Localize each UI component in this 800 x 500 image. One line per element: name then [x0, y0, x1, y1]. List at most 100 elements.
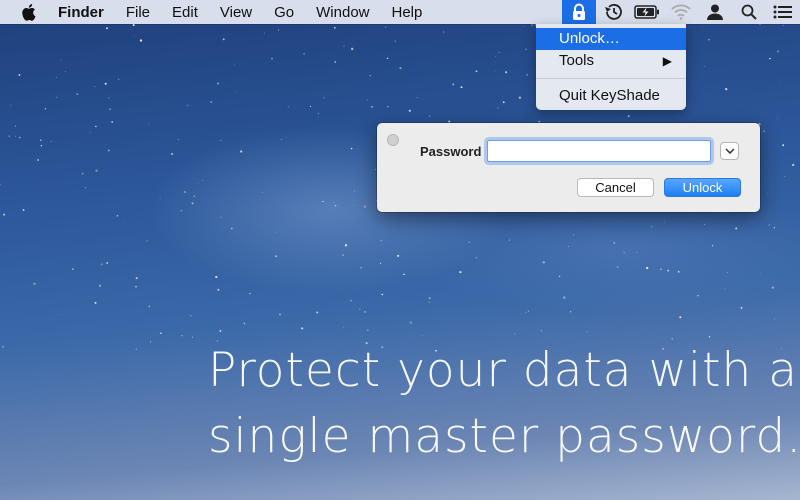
- menu-edit[interactable]: Edit: [172, 4, 198, 21]
- star: [56, 96, 58, 98]
- star: [374, 168, 377, 171]
- star: [627, 115, 630, 117]
- star: [759, 273, 761, 274]
- star: [10, 104, 12, 106]
- star: [181, 335, 183, 337]
- spotlight-icon[interactable]: [732, 0, 766, 24]
- star: [502, 101, 505, 104]
- star: [132, 23, 135, 27]
- menu-view[interactable]: View: [220, 4, 252, 21]
- tagline-line-2: single master password.: [208, 409, 800, 464]
- star: [271, 57, 273, 60]
- star: [350, 299, 352, 302]
- star: [275, 231, 277, 233]
- star: [498, 51, 500, 54]
- time-machine-icon[interactable]: [596, 0, 630, 24]
- star: [111, 121, 114, 123]
- password-label: Password: [420, 144, 482, 159]
- menu-window[interactable]: Window: [316, 4, 369, 21]
- star: [14, 125, 17, 128]
- star: [724, 287, 726, 289]
- menu-file[interactable]: File: [126, 4, 150, 21]
- star: [586, 331, 588, 332]
- star: [370, 105, 373, 108]
- star: [677, 270, 680, 273]
- star: [509, 239, 511, 241]
- apple-icon[interactable]: [22, 3, 38, 21]
- star: [148, 123, 150, 125]
- password-field[interactable]: [487, 140, 711, 162]
- star: [364, 311, 366, 313]
- star: [369, 74, 371, 77]
- battery-charging-icon[interactable]: [630, 0, 664, 24]
- star: [767, 193, 768, 195]
- star: [123, 221, 125, 222]
- menu-item-quit[interactable]: Quit KeyShade: [536, 85, 686, 107]
- password-options-button[interactable]: [720, 142, 739, 160]
- unlock-button[interactable]: Unlock: [664, 178, 741, 197]
- star: [704, 224, 706, 225]
- status-area: [562, 0, 800, 24]
- menu-item-quit-label: Quit KeyShade: [559, 87, 660, 104]
- star: [61, 314, 63, 316]
- star: [381, 293, 384, 296]
- star: [428, 301, 430, 303]
- menu-item-unlock-label: Unlock…: [559, 30, 620, 47]
- star: [735, 227, 738, 230]
- menu-app-name[interactable]: Finder: [58, 4, 104, 21]
- star: [134, 35, 136, 37]
- star: [217, 288, 220, 291]
- menu-help[interactable]: Help: [392, 4, 423, 21]
- star: [215, 275, 218, 279]
- star: [613, 242, 616, 244]
- star: [740, 306, 743, 309]
- star: [650, 225, 653, 228]
- star: [636, 252, 638, 253]
- star: [107, 149, 110, 152]
- star: [475, 256, 478, 259]
- star: [106, 27, 108, 30]
- close-button[interactable]: [387, 134, 399, 146]
- star: [452, 83, 455, 86]
- star: [333, 26, 336, 29]
- star: [18, 74, 21, 76]
- star: [148, 305, 151, 308]
- star: [495, 70, 496, 72]
- star: [160, 332, 162, 335]
- wifi-icon[interactable]: [664, 0, 698, 24]
- star: [773, 227, 776, 229]
- star: [100, 263, 103, 266]
- star: [106, 262, 109, 264]
- star: [525, 311, 527, 313]
- star: [342, 254, 345, 257]
- star: [443, 31, 445, 33]
- star: [76, 93, 79, 96]
- star: [104, 82, 107, 85]
- star: [15, 135, 17, 137]
- star: [44, 107, 47, 110]
- star: [0, 184, 1, 186]
- star: [380, 262, 382, 264]
- lock-icon[interactable]: [562, 0, 596, 24]
- star: [60, 59, 62, 61]
- star: [763, 130, 765, 132]
- star: [664, 221, 666, 223]
- star: [264, 32, 265, 34]
- star: [386, 57, 389, 60]
- user-icon[interactable]: [698, 0, 732, 24]
- star: [573, 234, 575, 236]
- star: [428, 297, 431, 300]
- star: [146, 240, 148, 242]
- star: [711, 245, 714, 247]
- star: [416, 97, 418, 99]
- star: [726, 272, 728, 274]
- notification-center-icon[interactable]: [766, 0, 800, 24]
- star: [64, 71, 66, 72]
- chevron-down-icon: [724, 148, 735, 154]
- menu-item-tools[interactable]: Tools ▶: [536, 50, 686, 72]
- star: [216, 82, 220, 85]
- star: [187, 104, 189, 106]
- menu-item-unlock[interactable]: Unlock…: [536, 28, 686, 50]
- menu-go[interactable]: Go: [274, 4, 294, 21]
- cancel-button[interactable]: Cancel: [577, 178, 654, 197]
